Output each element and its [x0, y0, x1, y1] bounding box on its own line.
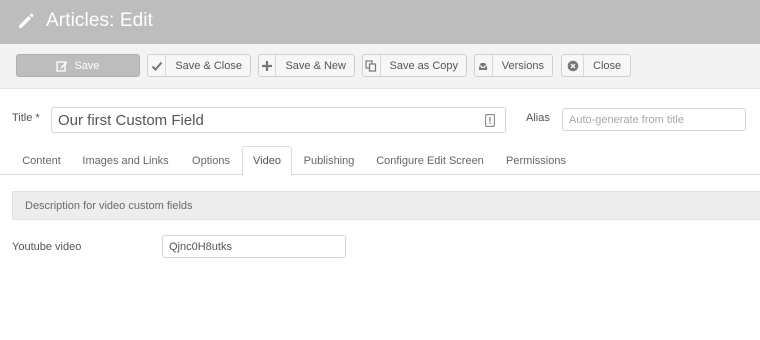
tab-video[interactable]: Video	[242, 146, 292, 176]
field-group-description: Description for video custom fields	[12, 191, 760, 220]
youtube-video-input[interactable]: Qjnc0H8utks	[162, 235, 346, 258]
tab-images-and-links[interactable]: Images and Links	[72, 146, 179, 175]
alias-input[interactable]: Auto-generate from title	[562, 108, 746, 131]
title-input[interactable]: Our first Custom Field	[51, 107, 506, 133]
tab-publishing[interactable]: Publishing	[294, 146, 364, 175]
page: Articles: Edit Save Save & Close Save & …	[0, 0, 760, 340]
tab-configure-edit-screen[interactable]: Configure Edit Screen	[367, 146, 493, 175]
description-text: Description for video custom fields	[25, 200, 193, 212]
versions-button[interactable]: Versions	[474, 54, 553, 77]
title-input-value: Our first Custom Field	[58, 112, 204, 129]
tab-bar: Content Images and Links Options Video P…	[0, 146, 760, 176]
archive-icon	[475, 55, 493, 76]
alias-label: Alias	[526, 112, 550, 124]
alias-placeholder: Auto-generate from title	[569, 114, 684, 126]
tab-options[interactable]: Options	[181, 146, 241, 175]
page-title: Articles: Edit	[46, 10, 153, 31]
pencil-icon	[16, 11, 36, 31]
youtube-video-label: Youtube video	[12, 241, 82, 253]
plus-icon	[259, 55, 277, 76]
page-header: Articles: Edit	[0, 0, 760, 44]
title-label: Title *	[12, 112, 40, 124]
check-icon	[148, 55, 167, 76]
save-and-close-button[interactable]: Save & Close	[147, 54, 251, 77]
copy-icon	[363, 55, 381, 76]
document-icon	[485, 114, 495, 127]
close-button[interactable]: Close	[561, 54, 631, 77]
save-and-new-button[interactable]: Save & New	[258, 54, 355, 77]
save-button[interactable]: Save	[16, 54, 140, 77]
tab-permissions[interactable]: Permissions	[496, 146, 576, 175]
cancel-circle-icon	[562, 55, 584, 76]
edit-icon	[56, 55, 68, 76]
toolbar: Save Save & Close Save & New Save as Cop…	[0, 44, 760, 89]
tab-content[interactable]: Content	[12, 146, 71, 175]
save-as-copy-button[interactable]: Save as Copy	[362, 54, 467, 77]
youtube-video-value: Qjnc0H8utks	[169, 241, 232, 253]
